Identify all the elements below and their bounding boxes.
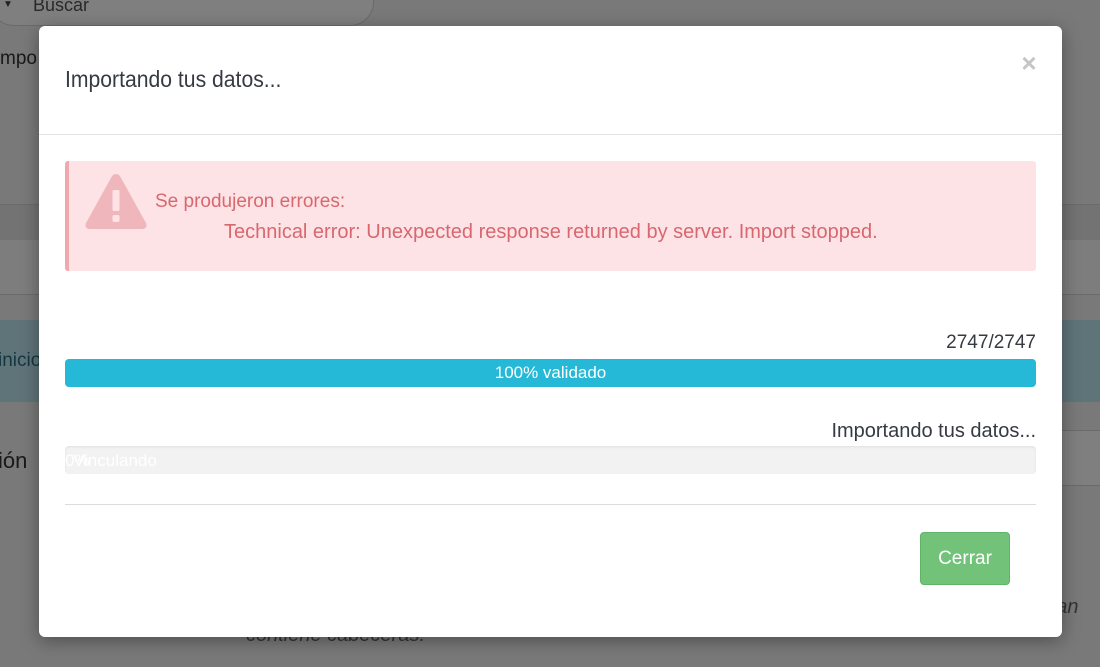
modal-title: Importando tus datos...: [65, 66, 282, 92]
import-progress-bar: 0% Vinculando: [65, 446, 1036, 474]
validation-progress-bar: 100% validado: [65, 359, 1036, 387]
validation-progress-label: 100% validado: [494, 363, 607, 382]
close-icon[interactable]: ×: [1018, 50, 1040, 76]
error-title: Se produjeron errores:: [155, 191, 346, 212]
validation-count: 2747/2747: [946, 332, 1036, 353]
import-progress-label: Vinculando: [73, 451, 157, 470]
warning-triangle-icon: [85, 174, 147, 229]
modal-header: Importando tus datos... ×: [39, 26, 1062, 135]
close-button[interactable]: Cerrar: [920, 532, 1010, 585]
error-detail: Technical error: Unexpected response ret…: [224, 221, 878, 243]
import-modal: Importando tus datos... × Se produjeron …: [39, 26, 1062, 637]
import-status: Importando tus datos...: [831, 420, 1036, 442]
footer-divider: [65, 504, 1036, 505]
error-alert: Se produjeron errores: Technical error: …: [65, 161, 1036, 271]
